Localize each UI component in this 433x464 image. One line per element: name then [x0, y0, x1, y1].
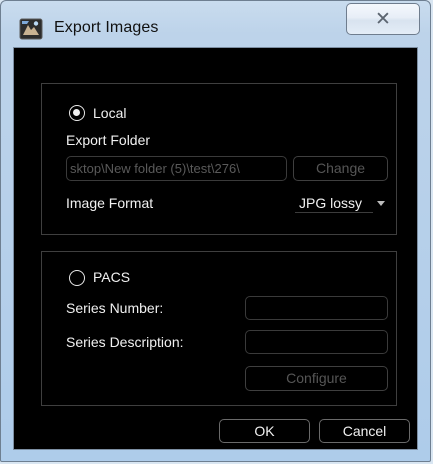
export-images-dialog: Export Images ✕ Local Export Folder skto…	[0, 0, 431, 462]
close-icon: ✕	[375, 8, 391, 30]
cancel-button[interactable]: Cancel	[319, 419, 410, 443]
series-number-label: Series Number:	[66, 300, 164, 316]
export-folder-value: sktop\New folder (5)\test\276\	[70, 161, 240, 176]
local-export-group: Local Export Folder sktop\New folder (5)…	[41, 83, 397, 235]
change-folder-button[interactable]: Change	[293, 156, 388, 181]
close-button[interactable]: ✕	[346, 3, 420, 35]
series-description-input[interactable]	[245, 330, 388, 354]
export-folder-label: Export Folder	[66, 132, 151, 148]
series-number-input[interactable]	[245, 296, 388, 320]
image-format-select[interactable]: JPG lossy	[299, 194, 362, 212]
image-format-underline	[295, 212, 373, 213]
pacs-radio[interactable]	[69, 270, 85, 286]
export-images-app-icon	[19, 18, 43, 40]
local-radio[interactable]	[69, 105, 85, 121]
pacs-radio-label[interactable]: PACS	[93, 268, 130, 286]
ok-button[interactable]: OK	[219, 419, 310, 443]
series-description-label: Series Description:	[66, 334, 184, 350]
export-folder-input[interactable]: sktop\New folder (5)\test\276\	[66, 156, 287, 181]
pacs-export-group: PACS Series Number: Series Description: …	[41, 251, 397, 406]
dialog-content: Local Export Folder sktop\New folder (5)…	[13, 47, 418, 450]
image-format-label: Image Format	[66, 195, 154, 211]
local-radio-label[interactable]: Local	[93, 104, 126, 122]
chevron-down-icon[interactable]	[377, 201, 385, 206]
window-title: Export Images	[54, 19, 159, 36]
title-bar: Export Images ✕	[1, 1, 430, 47]
radio-selected-dot	[73, 109, 80, 116]
configure-button[interactable]: Configure	[245, 366, 388, 391]
